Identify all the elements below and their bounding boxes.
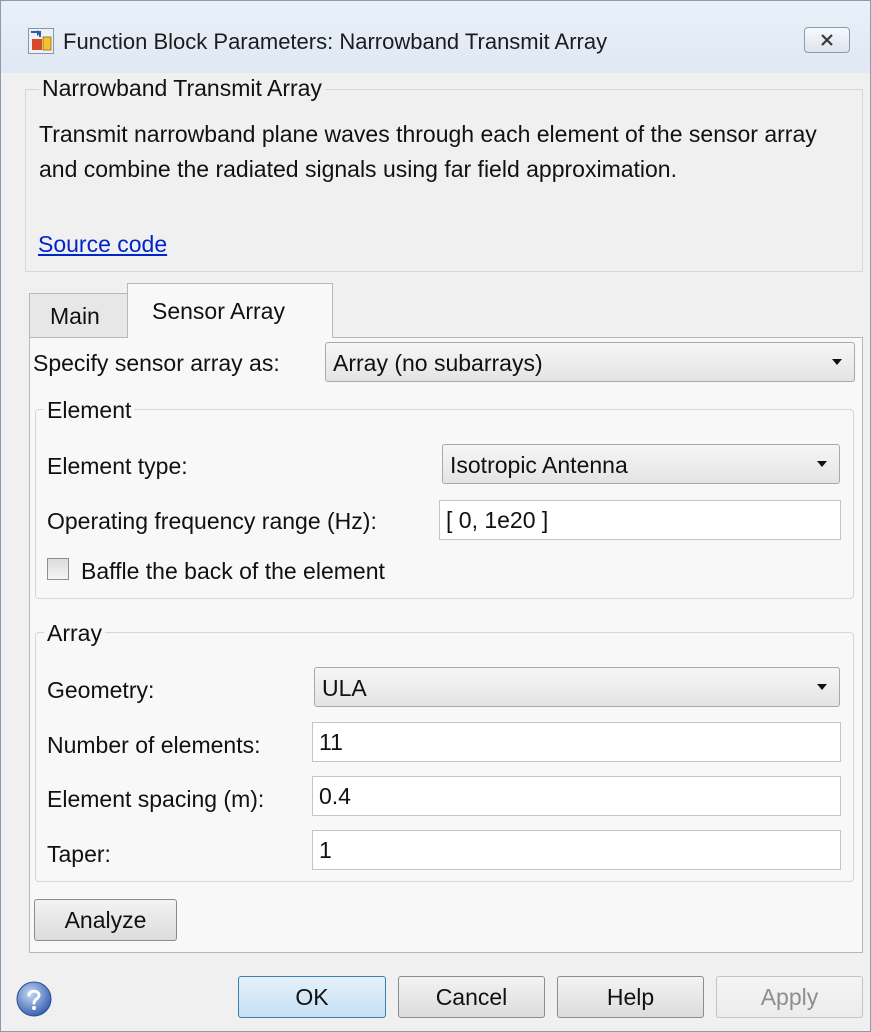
- tab-sensor-array[interactable]: Sensor Array: [127, 283, 333, 338]
- element-type-value: Isotropic Antenna: [450, 452, 628, 478]
- frequency-range-input[interactable]: [439, 500, 841, 540]
- apply-button[interactable]: Apply: [716, 976, 863, 1018]
- array-group-title: Array: [44, 620, 105, 647]
- block-description: Transmit narrowband plane waves through …: [39, 121, 817, 182]
- num-elements-input[interactable]: [312, 722, 841, 762]
- cancel-button[interactable]: Cancel: [398, 976, 545, 1018]
- frequency-range-label: Operating frequency range (Hz):: [47, 508, 377, 534]
- element-type-dropdown[interactable]: Isotropic Antenna: [442, 444, 840, 484]
- taper-input[interactable]: [312, 830, 841, 870]
- close-button[interactable]: [804, 27, 850, 53]
- source-code-link[interactable]: Source code: [38, 231, 167, 258]
- simulink-block-icon: [28, 28, 54, 54]
- analyze-button[interactable]: Analyze: [34, 899, 177, 941]
- help-icon[interactable]: [15, 980, 53, 1018]
- title-bar: Function Block Parameters: Narrowband Tr…: [1, 1, 870, 73]
- geometry-value: ULA: [322, 675, 367, 701]
- geometry-dropdown[interactable]: ULA: [314, 667, 840, 707]
- taper-label: Taper:: [47, 841, 111, 867]
- tab-sensor-array-label: Sensor Array: [152, 298, 285, 324]
- block-name-heading: Narrowband Transmit Array: [39, 75, 325, 102]
- num-elements-label: Number of elements:: [47, 732, 261, 758]
- specify-array-label: Specify sensor array as:: [33, 350, 280, 376]
- specify-array-value: Array (no subarrays): [333, 350, 543, 376]
- baffle-checkbox[interactable]: [47, 558, 69, 580]
- element-spacing-input[interactable]: [312, 776, 841, 816]
- element-group-title: Element: [44, 397, 135, 424]
- help-button[interactable]: Help: [557, 976, 704, 1018]
- element-spacing-label: Element spacing (m):: [47, 786, 265, 812]
- ok-button[interactable]: OK: [238, 976, 386, 1018]
- tab-main-label: Main: [50, 303, 100, 329]
- tab-main[interactable]: Main: [29, 293, 129, 337]
- chevron-down-icon: [817, 461, 827, 467]
- dialog-window: Function Block Parameters: Narrowband Tr…: [0, 0, 871, 1032]
- chevron-down-icon: [817, 684, 827, 690]
- close-icon: [821, 34, 833, 46]
- geometry-label: Geometry:: [47, 677, 155, 703]
- baffle-label: Baffle the back of the element: [81, 558, 385, 584]
- chevron-down-icon: [832, 359, 842, 365]
- specify-array-dropdown[interactable]: Array (no subarrays): [325, 342, 855, 382]
- element-type-label: Element type:: [47, 453, 188, 479]
- window-title: Function Block Parameters: Narrowband Tr…: [63, 29, 608, 54]
